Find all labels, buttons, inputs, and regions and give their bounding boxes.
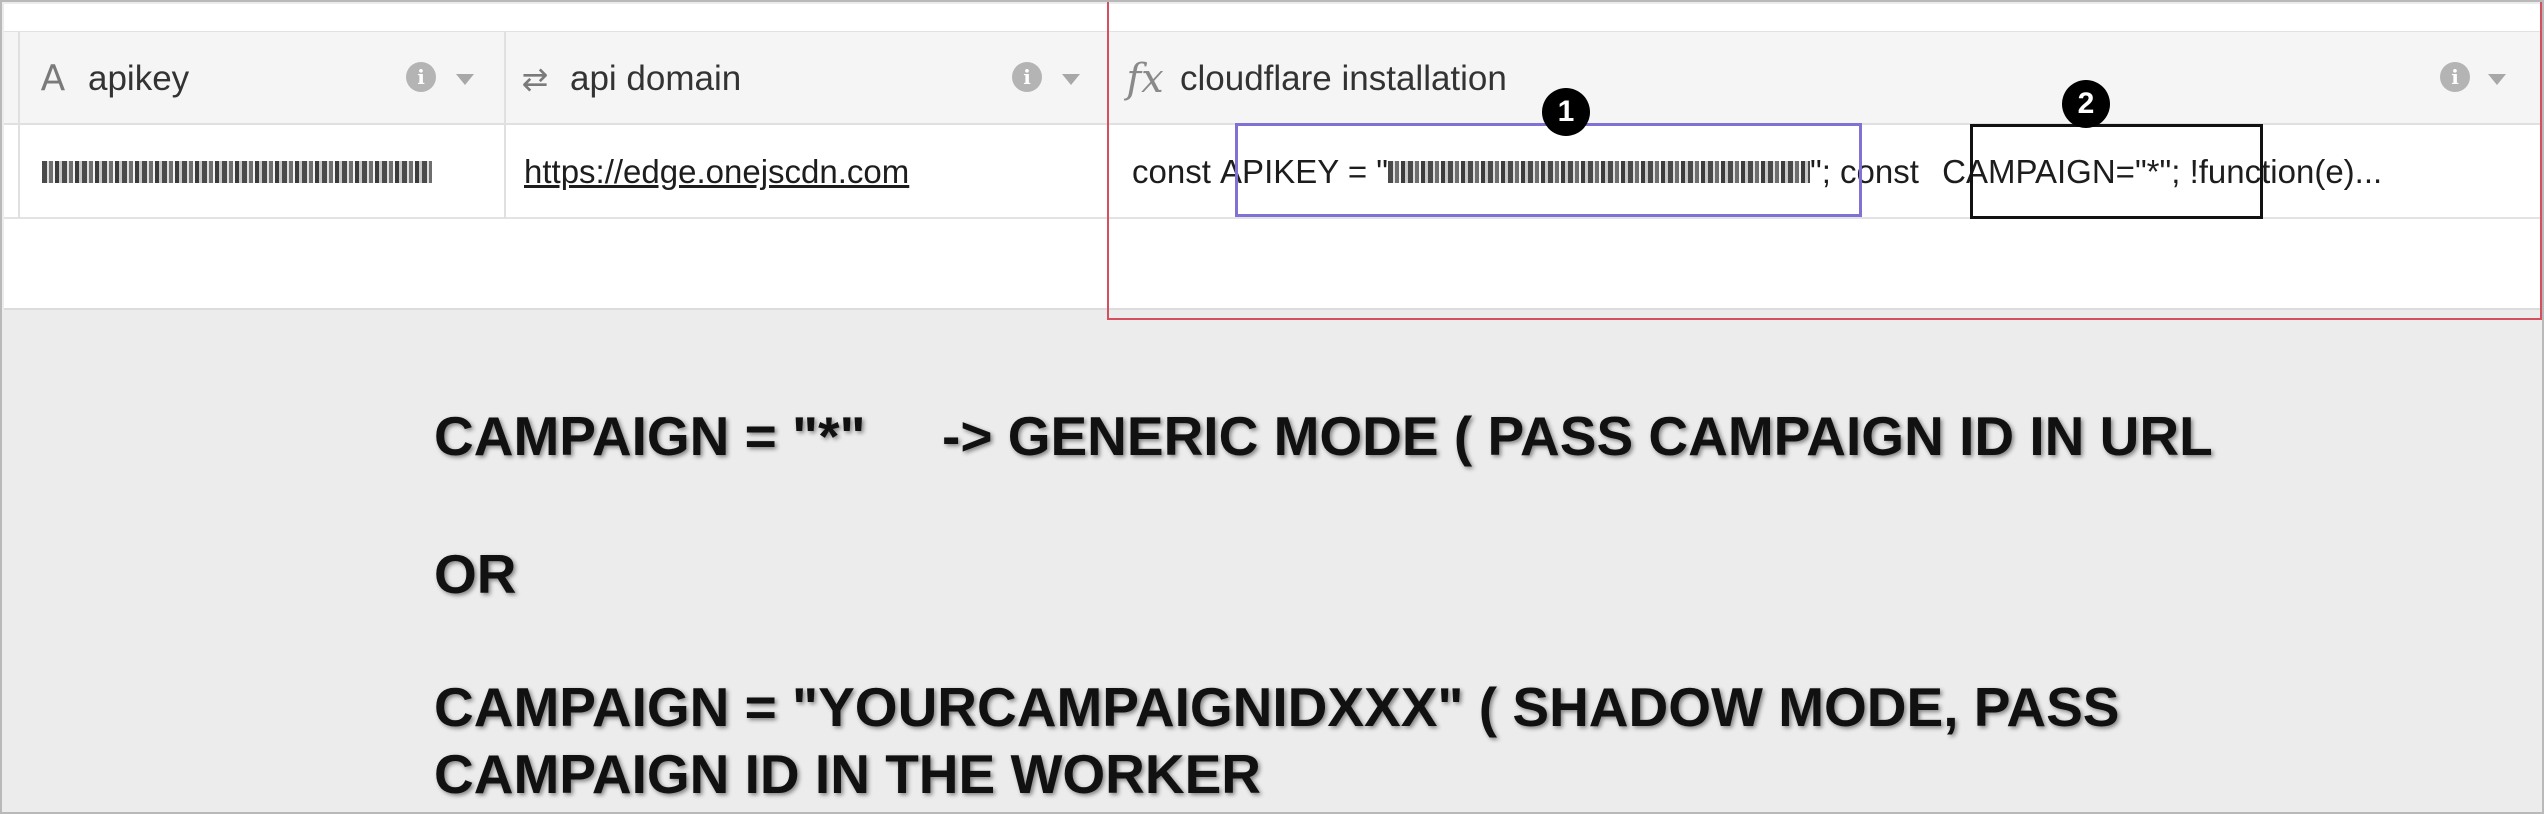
column-header-label: cloudflare installation: [1180, 58, 1507, 98]
step-badge-2: 2: [2062, 80, 2110, 128]
note-shadow-mode-continued: CAMPAIGN ID IN THE WORKER: [434, 743, 1262, 805]
cell-api-domain[interactable]: https://edge.onejscdn.com: [524, 125, 1094, 219]
chevron-down-icon[interactable]: [2488, 74, 2506, 85]
api-domain-link[interactable]: https://edge.onejscdn.com: [524, 153, 909, 191]
cell-apikey[interactable]: [42, 125, 482, 219]
column-divider[interactable]: [1107, 32, 1109, 219]
code-const: const: [1830, 153, 1929, 190]
code-function: !function(e)...: [2180, 153, 2383, 190]
redacted-apikey: [42, 161, 432, 183]
code-const: const: [1132, 153, 1221, 190]
text-field-icon: A: [40, 58, 66, 99]
column-divider[interactable]: [504, 32, 506, 219]
code-apikey-close: ";: [1810, 153, 1831, 190]
note-or: OR: [434, 543, 517, 605]
empty-row[interactable]: [4, 219, 2542, 310]
column-header-label: api domain: [570, 58, 742, 98]
screenshot-frame: A apikey i ⇄ api domain i fx cloudflare …: [0, 0, 2544, 814]
column-header-api-domain[interactable]: ⇄ api domain: [516, 32, 1096, 125]
info-icon[interactable]: i: [406, 62, 436, 92]
formula-field-icon: fx: [1126, 55, 1164, 102]
code-apikey-assignment: APIKEY = ": [1220, 153, 1388, 190]
column-divider: [18, 32, 20, 219]
grid-top-strip: [4, 4, 2542, 32]
redacted-apikey-value: [1388, 161, 1810, 183]
cell-cloudflare-installation[interactable]: const APIKEY = " "; const CAMPAIGN="*"; …: [1132, 125, 2542, 219]
chevron-down-icon[interactable]: [1062, 74, 1080, 85]
info-icon[interactable]: i: [2440, 62, 2470, 92]
note-generic-mode: CAMPAIGN = "*" -> GENERIC MODE ( PASS CA…: [434, 405, 2213, 467]
note-shadow-mode: CAMPAIGN = "YOURCAMPAIGNIDXXX" ( SHADOW …: [434, 676, 2120, 738]
code-campaign-assignment: CAMPAIGN="*";: [1942, 153, 2181, 190]
grid-table: A apikey i ⇄ api domain i fx cloudflare …: [4, 4, 2542, 310]
link-field-icon: ⇄: [521, 59, 549, 98]
info-icon[interactable]: i: [1012, 62, 1042, 92]
chevron-down-icon[interactable]: [456, 74, 474, 85]
column-header-label: apikey: [88, 58, 190, 98]
column-header-cloudflare-installation[interactable]: fx cloudflare installation: [1126, 32, 2326, 125]
step-badge-1: 1: [1542, 88, 1590, 136]
